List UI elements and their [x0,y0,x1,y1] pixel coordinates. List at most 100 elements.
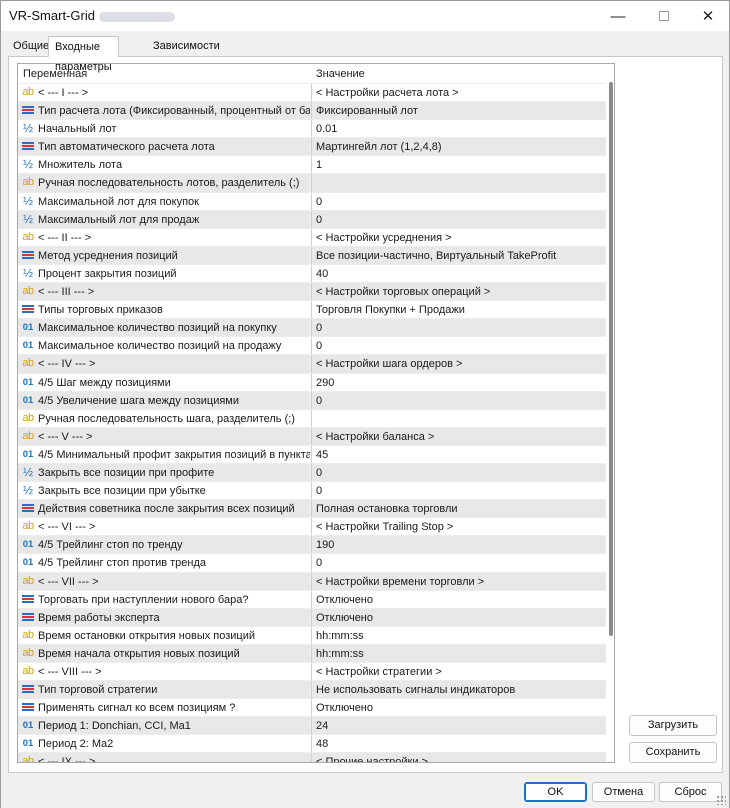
parameter-value[interactable]: < Прочие настройки > [316,756,604,762]
tab-input-parameters[interactable]: Входные параметры [48,36,119,73]
integer-type-icon: 01 [22,557,34,569]
table-row[interactable]: ab < --- III --- > < Настройки торговых оп… [18,282,606,301]
parameter-value[interactable]: < Настройки баланса > [316,431,604,443]
table-row[interactable]: ½ Начальный лот 0.01 [18,119,606,138]
parameter-value[interactable]: 0 [316,467,604,479]
table-row[interactable]: Тип автоматического расчета лота Мартинге… [18,137,606,156]
tab-dependencies[interactable]: Зависимости [148,38,225,56]
minimize-icon: — [610,7,626,25]
parameter-value[interactable]: 0 [316,196,604,208]
parameter-value[interactable]: Отключено [316,594,604,606]
column-divider [311,84,312,102]
parameter-value[interactable]: hh:mm:ss [316,630,604,642]
parameter-value[interactable]: Торговля Покупки + Продажи [316,304,604,316]
vertical-scrollbar[interactable] [607,72,614,756]
parameter-value[interactable]: 45 [316,449,604,461]
maximize-button[interactable] [641,1,687,31]
parameter-value[interactable]: 0.01 [316,123,604,135]
parameter-name: Закрыть все позиции при профите [38,466,215,479]
integer-type-icon: 01 [22,322,34,334]
column-divider [311,572,312,590]
table-row[interactable]: Тип расчета лота (Фиксированный, процент… [18,101,606,120]
parameter-value[interactable]: 190 [316,539,604,551]
parameter-value[interactable]: < Настройки расчета лота > [316,87,604,99]
minimize-button[interactable]: — [595,1,641,31]
parameter-value[interactable]: 0 [316,340,604,352]
table-row[interactable]: Торговать при наступлении нового бара? От… [18,589,606,608]
parameter-name: 4/5 Трейлинг стоп против тренда [38,557,206,570]
parameter-value[interactable]: Не использовать сигналы индикаторов [316,684,604,696]
integer-type-icon: 01 [22,448,34,460]
table-row[interactable]: Применять сигнал ко всем позициям ? Отклю… [18,698,606,717]
table-row[interactable]: ab < --- V --- > < Настройки баланса > [18,426,606,445]
table-row[interactable]: Действия советника после закрытия всех п… [18,499,606,518]
ok-button[interactable]: OK [524,782,587,802]
string-type-icon: ab [22,357,34,370]
table-row[interactable]: 01 4/5 Увеличение шага между позициями 0 [18,390,606,409]
table-row[interactable]: ab < --- VII --- > < Настройки времени тор… [18,571,606,590]
table-row[interactable]: Время работы эксперта Отключено [18,607,606,626]
table-row[interactable]: Тип торговой стратегии Не использовать си… [18,680,606,699]
table-row[interactable]: ab < --- IV --- > < Настройки шага ордеров… [18,354,606,373]
table-row[interactable]: ab Время начала открытия новых позиций hh:… [18,643,606,662]
parameter-value[interactable]: 0 [316,395,604,407]
table-row[interactable]: ab < --- II --- > < Настройки усреднения > [18,227,606,246]
parameter-value[interactable]: 48 [316,738,604,750]
save-button[interactable]: Сохранить [629,742,717,763]
parameter-value[interactable]: Все позиции-частично, Виртуальный TakePr… [316,250,604,262]
table-row[interactable]: ½ Множитель лота 1 [18,155,606,174]
scrollbar-thumb[interactable] [609,82,613,636]
table-row[interactable]: 01 Период 1: Donchian, CCI, Ma1 24 [18,716,606,735]
parameter-value[interactable]: 1 [316,159,604,171]
parameter-value[interactable]: 0 [316,557,604,569]
parameter-value[interactable]: 24 [316,720,604,732]
table-row[interactable]: ½ Закрыть все позиции при убытке 0 [18,481,606,500]
parameter-value[interactable]: Фиксированный лот [316,105,604,117]
parameter-value[interactable]: 0 [316,485,604,497]
reset-button[interactable]: Сброс [659,782,722,802]
parameter-value[interactable]: < Настройки Trailing Stop > [316,521,604,533]
cancel-button[interactable]: Отмена [592,782,655,802]
parameter-value[interactable]: Полная остановка торговли [316,503,604,515]
column-divider [311,319,312,337]
parameter-value[interactable]: 40 [316,268,604,280]
table-row[interactable]: 01 4/5 Шаг между позициями 290 [18,372,606,391]
table-row[interactable]: 01 Максимальное количество позиций на пок… [18,318,606,337]
parameter-value[interactable]: < Настройки стратегии > [316,666,604,678]
parameter-value[interactable]: < Настройки торговых операций > [316,286,604,298]
parameter-value[interactable]: Отключено [316,702,604,714]
table-row[interactable]: ab < --- I --- > < Настройки расчета лота … [18,83,606,102]
table-row[interactable]: 01 Период 2: Ma2 48 [18,734,606,753]
table-row[interactable]: 01 4/5 Трейлинг стоп по тренду 190 [18,535,606,554]
parameter-value[interactable]: Мартингейл лот (1,2,4,8) [316,141,604,153]
table-row[interactable]: ab < --- VIII --- > < Настройки стратегии … [18,662,606,681]
table-row[interactable]: ab < --- IX --- > < Прочие настройки > [18,752,606,762]
table-row[interactable]: ½ Процент закрытия позиций 40 [18,263,606,283]
table-row[interactable]: ½ Максимальный лот для продаж 0 [18,209,606,228]
table-row[interactable]: ab Ручная последовательность лотов, разде… [18,173,606,192]
table-row[interactable]: Метод усреднения позиций Все позиции-част… [18,245,606,264]
parameter-value[interactable]: < Настройки усреднения > [316,232,604,244]
table-row[interactable]: ½ Максимальной лот для покупок 0 [18,191,606,210]
table-row[interactable]: ab < --- VI --- > < Настройки Trailing Sto… [18,517,606,536]
table-row[interactable]: 01 Максимальное количество позиций на про… [18,336,606,355]
table-row[interactable]: ab Ручная последовательность шага, раздел… [18,408,606,427]
parameter-value[interactable]: < Настройки времени торговли > [316,576,604,588]
title-bar[interactable]: VR-Smart-Grid — ✕ [1,1,729,31]
table-row[interactable]: 01 4/5 Минимальный профит закрытия позици… [18,444,606,463]
parameter-name: Максимальное количество позиций на прода… [38,340,282,353]
resize-grip-icon[interactable] [716,795,726,805]
parameter-value[interactable]: Отключено [316,612,604,624]
table-row[interactable]: 01 4/5 Трейлинг стоп против тренда 0 [18,553,606,572]
table-row[interactable]: ab Время остановки открытия новых позиций… [18,625,606,644]
column-header-value[interactable]: Значение [316,68,365,80]
close-button[interactable]: ✕ [685,1,730,31]
load-button[interactable]: Загрузить [629,715,717,736]
parameter-value[interactable]: < Настройки шага ордеров > [316,358,604,370]
table-row[interactable]: ½ Закрыть все позиции при профите 0 [18,462,606,482]
parameter-value[interactable]: hh:mm:ss [316,648,604,660]
parameter-value[interactable]: 0 [316,322,604,334]
parameter-value[interactable]: 0 [316,214,604,226]
parameter-value[interactable]: 290 [316,377,604,389]
table-row[interactable]: Типы торговых приказов Торговля Покупки +… [18,300,606,319]
